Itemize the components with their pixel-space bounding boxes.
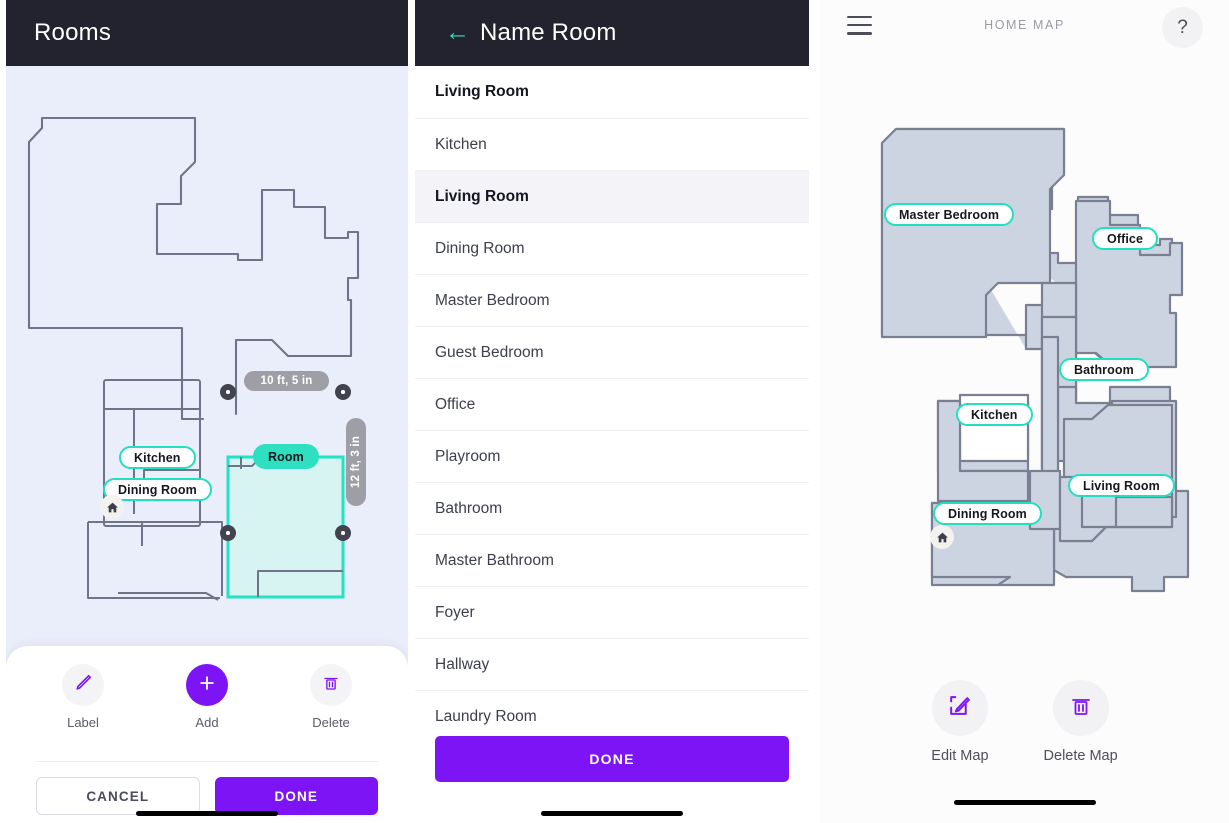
room-name-list[interactable]: Living Room Kitchen Living Room Dining R… [415, 66, 809, 823]
list-item[interactable]: Guest Bedroom [415, 326, 809, 378]
dimension-width-label: 10 ft, 5 in [244, 371, 329, 391]
delete-tool-circle [310, 664, 352, 706]
label-tool-button[interactable]: Label [62, 664, 104, 730]
map-label-dining-room[interactable]: Dining Room [933, 502, 1042, 525]
name-room-footer: DONE [415, 728, 809, 823]
home-map-tool-bar: Edit Map Delete Map [820, 657, 1229, 823]
home-map-screen: HOME MAP ? Master Bedroom Office Bathroo… [820, 0, 1229, 823]
resize-handle-top-right[interactable] [335, 384, 351, 400]
trash-icon [322, 674, 340, 697]
back-arrow-icon[interactable]: ← [445, 19, 470, 45]
map-label-bathroom[interactable]: Bathroom [1059, 358, 1149, 381]
dock-home-icon [100, 495, 124, 519]
name-room-screen: ← Name Room Living Room Kitchen Living R… [415, 0, 809, 823]
rooms-screen: Rooms Kitchen Dining Room Room 10 ft, 5 … [6, 0, 408, 823]
sheet-divider [36, 761, 378, 762]
list-item[interactable]: Master Bedroom [415, 274, 809, 326]
home-map-canvas[interactable]: Master Bedroom Office Bathroom Kitchen L… [820, 57, 1229, 657]
floor-plan-svg [27, 116, 360, 601]
label-tool-label: Label [67, 715, 99, 730]
delete-tool-label: Delete [312, 715, 350, 730]
list-item[interactable]: Foyer [415, 586, 809, 638]
page-title: Rooms [34, 19, 112, 46]
plan-label-kitchen[interactable]: Kitchen [119, 446, 196, 469]
rooms-tool-row: Label Add Delete [6, 646, 408, 730]
home-map-header: HOME MAP ? [820, 0, 1229, 57]
add-tool-label: Add [195, 715, 219, 730]
list-item[interactable]: Kitchen [415, 118, 809, 170]
delete-tool-button[interactable]: Delete [310, 664, 352, 730]
home-map-svg [880, 127, 1190, 593]
map-label-master-bedroom[interactable]: Master Bedroom [884, 203, 1015, 226]
add-tool-circle [186, 664, 228, 706]
home-indicator [541, 811, 683, 816]
name-room-header: ← Name Room [415, 0, 809, 66]
map-label-living-room[interactable]: Living Room [1068, 474, 1175, 497]
home-indicator [136, 811, 278, 816]
current-room-name: Living Room [435, 83, 529, 100]
list-item[interactable]: Bathroom [415, 482, 809, 534]
map-label-office[interactable]: Office [1092, 227, 1159, 250]
edit-map-button[interactable]: Edit Map [931, 680, 989, 764]
resize-handle-top-left[interactable] [220, 384, 236, 400]
home-map-tool-row: Edit Map Delete Map [820, 657, 1229, 764]
done-button[interactable]: DONE [214, 777, 378, 815]
edit-map-circle [931, 680, 988, 736]
resize-handle-bottom-right[interactable] [335, 525, 351, 541]
rooms-header: Rooms [6, 0, 408, 66]
list-item[interactable]: Office [415, 378, 809, 430]
list-item[interactable]: Playroom [415, 430, 809, 482]
plan-label-selected-room[interactable]: Room [253, 444, 319, 469]
floor-plan-canvas[interactable]: Kitchen Dining Room Room 10 ft, 5 in 12 … [6, 66, 408, 646]
list-item[interactable]: Living Room [415, 170, 809, 222]
cancel-button[interactable]: CANCEL [36, 777, 200, 815]
edit-map-label: Edit Map [931, 748, 989, 764]
pencil-icon [74, 673, 93, 697]
list-item[interactable]: Hallway [415, 638, 809, 690]
delete-map-button[interactable]: Delete Map [1044, 680, 1118, 764]
resize-handle-bottom-left[interactable] [220, 525, 236, 541]
rooms-bottom-sheet: Label Add Delete CANCEL DONE [6, 646, 408, 823]
delete-map-label: Delete Map [1043, 748, 1118, 764]
sheet-action-row: CANCEL DONE [36, 777, 378, 815]
add-tool-button[interactable]: Add [186, 664, 228, 730]
delete-map-circle [1052, 680, 1109, 736]
page-title: Name Room [480, 19, 617, 46]
screenshot-root: Rooms Kitchen Dining Room Room 10 ft, 5 … [0, 0, 1229, 823]
list-item[interactable]: Master Bathroom [415, 534, 809, 586]
label-tool-circle [62, 664, 104, 706]
list-item[interactable]: Dining Room [415, 222, 809, 274]
done-button[interactable]: DONE [435, 736, 789, 782]
edit-square-icon [947, 693, 972, 723]
question-mark-icon[interactable]: ? [1162, 7, 1203, 48]
plus-icon [197, 673, 217, 698]
trash-icon [1069, 694, 1093, 723]
map-label-kitchen[interactable]: Kitchen [956, 403, 1033, 426]
dimension-height-label: 12 ft, 3 in [346, 418, 366, 506]
home-indicator [953, 800, 1096, 805]
dock-home-icon [930, 525, 954, 549]
